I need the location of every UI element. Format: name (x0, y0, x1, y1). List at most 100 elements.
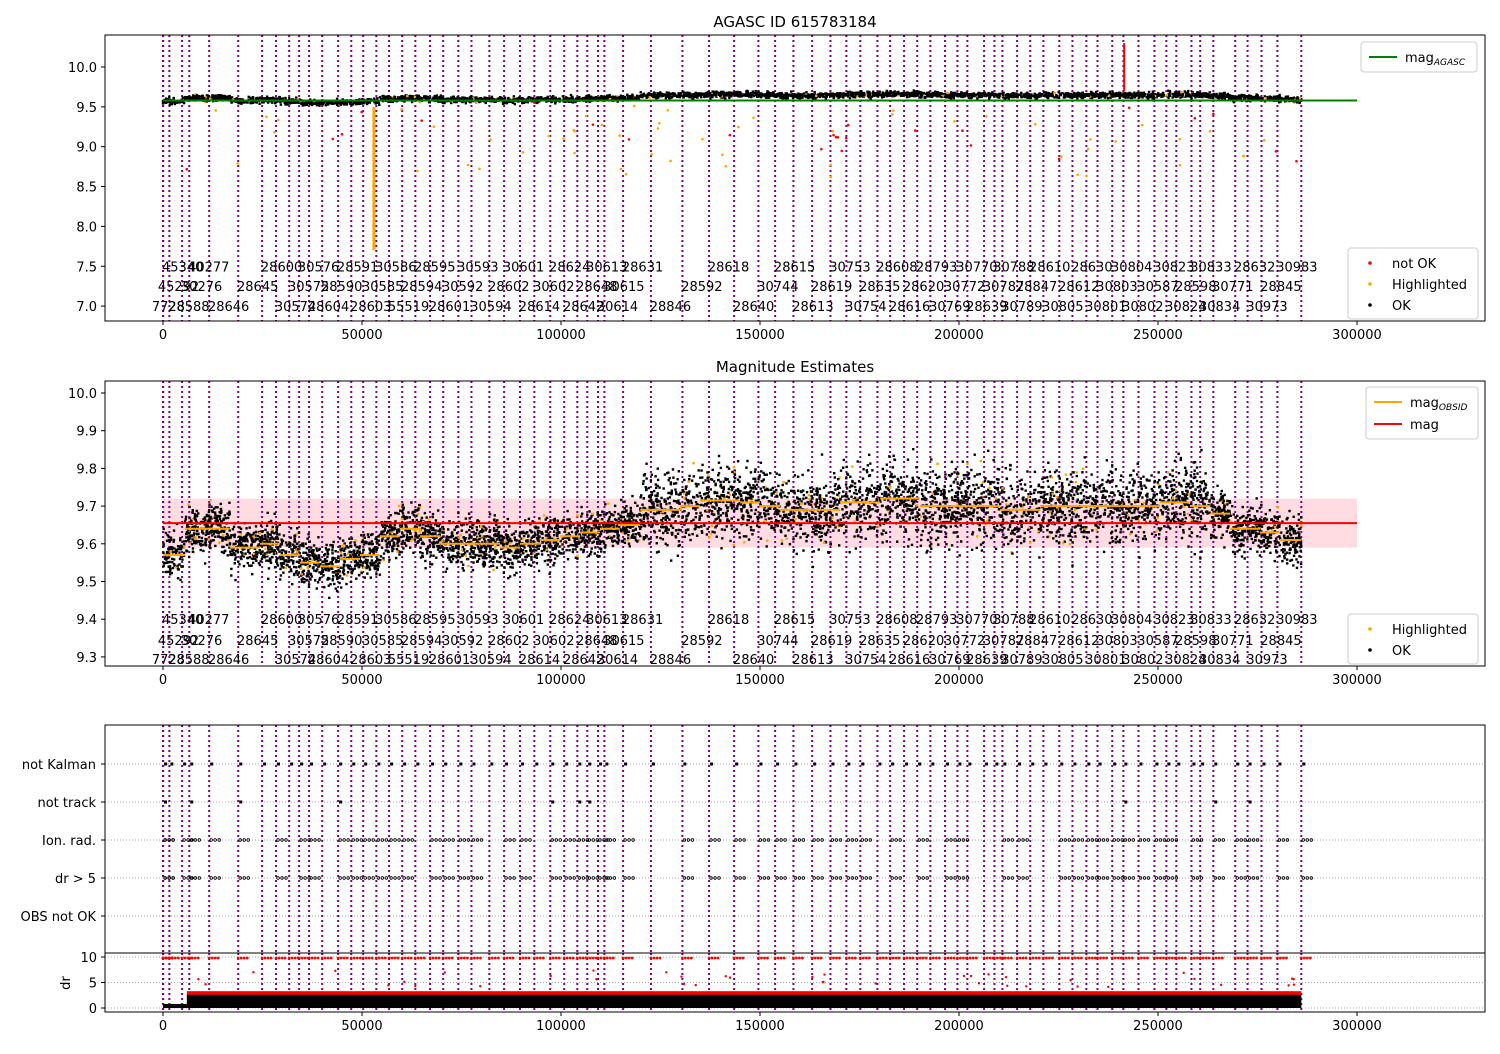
data-point (1274, 96, 1276, 98)
highlighted-point (1141, 124, 1144, 127)
data-point (722, 491, 724, 493)
data-point (886, 95, 888, 97)
data-point (897, 93, 899, 95)
data-point (1107, 97, 1109, 99)
data-point (772, 91, 774, 93)
y-tick-label: 9.0 (76, 141, 97, 156)
not-ok-point (1295, 160, 1298, 163)
data-point (589, 517, 591, 519)
data-point (788, 480, 790, 482)
data-point (1140, 477, 1142, 479)
data-point (801, 93, 803, 95)
obsid-label: 28602 (488, 280, 529, 295)
data-point (465, 97, 467, 99)
data-point (536, 96, 538, 98)
data-point (1200, 96, 1202, 98)
data-point (1151, 97, 1153, 99)
data-point (722, 512, 724, 514)
data-point (703, 93, 705, 95)
data-point (1067, 92, 1069, 94)
data-point (609, 516, 611, 518)
data-point (401, 95, 403, 97)
obsid-label: 30983 (1276, 260, 1317, 275)
highlighted-point (829, 176, 832, 179)
data-point (1059, 92, 1061, 94)
data-point (553, 534, 555, 536)
data-point (754, 513, 756, 515)
data-point (827, 94, 829, 96)
data-point (232, 528, 234, 530)
data-point (834, 501, 836, 503)
data-point (645, 95, 647, 97)
data-point (1179, 96, 1181, 98)
data-point (168, 96, 170, 98)
data-point (793, 93, 795, 95)
obsid-label: 30276 (181, 280, 222, 295)
data-point (1253, 97, 1255, 99)
highlighted-point (701, 138, 704, 141)
highlighted-point (752, 116, 755, 119)
obsid-label: 40277 (188, 260, 229, 275)
data-point (1016, 539, 1018, 541)
data-point (924, 96, 926, 98)
data-point (1095, 529, 1097, 531)
data-point (1121, 94, 1123, 96)
data-point (1014, 93, 1016, 95)
data-point (532, 97, 534, 99)
obsid-label: 30805 (1042, 300, 1083, 315)
data-point (757, 92, 759, 94)
data-point (693, 475, 695, 477)
data-point (1127, 96, 1129, 98)
data-point (998, 96, 1000, 98)
data-point (888, 489, 890, 491)
data-point (930, 458, 932, 460)
data-point (821, 535, 823, 537)
obsid-label: 30601 (503, 260, 544, 275)
data-point (1209, 94, 1211, 96)
highlighted-point (1087, 148, 1090, 151)
data-point (1151, 533, 1153, 535)
data-point (640, 91, 642, 93)
data-point (859, 488, 861, 490)
data-point (958, 554, 960, 556)
obsid-label: 28640 (733, 300, 774, 315)
data-point (886, 470, 888, 472)
data-point (819, 95, 821, 97)
data-point (931, 500, 933, 502)
data-point (517, 549, 519, 551)
data-point (356, 102, 358, 104)
not-ok-point (820, 148, 823, 151)
not-ok-point (341, 133, 344, 136)
data-point (1099, 95, 1101, 97)
data-point (1011, 96, 1013, 98)
data-point (760, 92, 762, 94)
data-point (1135, 535, 1137, 537)
data-point (1082, 95, 1084, 97)
data-point (1248, 97, 1250, 99)
data-point (1265, 513, 1267, 515)
data-point (793, 549, 795, 551)
data-point (758, 95, 760, 97)
highlighted-point (831, 130, 834, 133)
data-point (707, 479, 709, 481)
data-point (437, 509, 439, 511)
data-point (786, 496, 788, 498)
data-point (1264, 97, 1266, 99)
obsid-label: 30804 (1111, 260, 1152, 275)
data-point (657, 97, 659, 99)
data-point (1147, 93, 1149, 95)
data-point (1054, 96, 1056, 98)
data-point (657, 92, 659, 94)
data-point (708, 92, 710, 94)
y-tick-label: 8.0 (76, 220, 97, 235)
data-point (1232, 96, 1234, 98)
data-point (1058, 97, 1060, 99)
data-point (1070, 539, 1072, 541)
data-point (428, 539, 430, 541)
data-point (1193, 492, 1195, 494)
data-point (1024, 483, 1026, 485)
data-point (833, 95, 835, 97)
data-point (863, 92, 865, 94)
data-point (973, 93, 975, 95)
data-point (1016, 95, 1018, 97)
